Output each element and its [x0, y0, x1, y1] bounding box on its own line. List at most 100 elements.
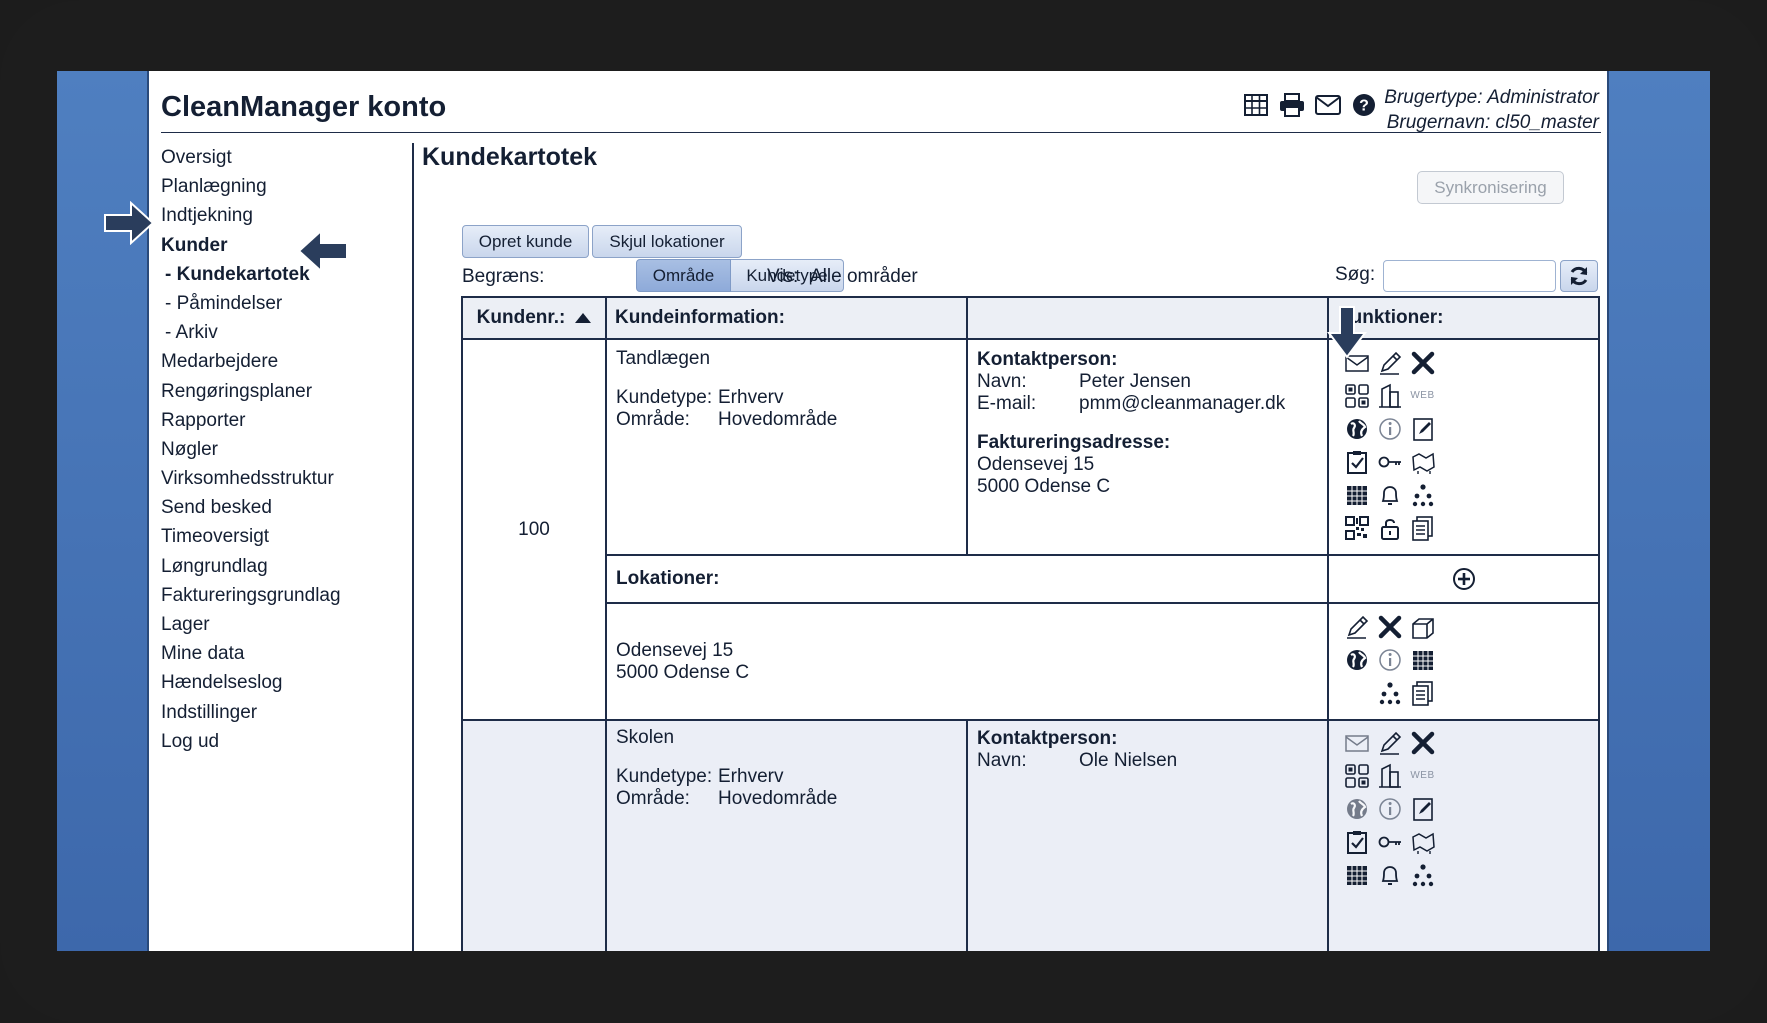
sidebar-item[interactable]: Timeoversigt — [161, 522, 411, 551]
delete-icon[interactable] — [1406, 346, 1439, 379]
hierarchy-icon[interactable] — [1406, 478, 1439, 511]
mail-icon[interactable] — [1315, 92, 1341, 118]
search-input[interactable] — [1383, 260, 1556, 292]
bell-icon[interactable] — [1373, 478, 1406, 511]
note-icon[interactable] — [1406, 792, 1439, 825]
calendar-icon[interactable] — [1406, 643, 1439, 676]
customer-area: Hovedområde — [718, 409, 838, 430]
desktop-background: CleanManager konto ? Brugertype: Adminis… — [57, 71, 1710, 951]
edit-icon[interactable] — [1373, 726, 1406, 759]
help-icon[interactable]: ? — [1351, 92, 1377, 118]
col-header-number[interactable]: Kundenr.: — [463, 298, 605, 338]
create-customer-button[interactable]: Opret kunde — [462, 225, 589, 258]
sidebar-item[interactable]: Virksomhedsstruktur — [161, 464, 411, 493]
refresh-icon — [1570, 266, 1588, 286]
sidebar-item[interactable]: Indtjekning — [161, 201, 411, 230]
documents-icon[interactable] — [1406, 511, 1439, 544]
refresh-button[interactable] — [1560, 260, 1598, 292]
print-icon[interactable] — [1279, 92, 1305, 118]
filter-area-button[interactable]: Område — [636, 259, 731, 292]
table-icon[interactable] — [1243, 92, 1269, 118]
checklist-icon[interactable] — [1340, 445, 1373, 478]
sidebar-item[interactable]: Indstillinger — [161, 698, 411, 727]
add-location-button[interactable] — [1329, 556, 1598, 602]
vis-label: Vis: — [767, 266, 799, 287]
location-address: Odensevej 15 5000 Odense C — [616, 640, 750, 683]
key-icon[interactable] — [1373, 825, 1406, 858]
sidebar-item[interactable]: Faktureringsgrundlag — [161, 581, 411, 610]
globe-icon[interactable] — [1340, 412, 1373, 445]
bell-icon[interactable] — [1373, 858, 1406, 891]
sidebar-item[interactable]: - Arkiv — [161, 318, 411, 347]
hide-locations-button[interactable]: Skjul lokationer — [592, 225, 742, 258]
unlock-icon[interactable] — [1373, 511, 1406, 544]
group-icon[interactable] — [1340, 379, 1373, 412]
building-icon[interactable] — [1373, 759, 1406, 792]
location-actions — [1340, 610, 1439, 709]
sidebar-item[interactable]: - Kundekartotek — [161, 260, 411, 289]
search-label: Søg: — [1335, 264, 1376, 285]
calendar-icon[interactable] — [1340, 858, 1373, 891]
sidebar-divider — [412, 143, 414, 951]
filter-label: Begræns: — [462, 266, 545, 287]
sync-button[interactable]: Synkronisering — [1417, 171, 1564, 204]
customer-area: Hovedområde — [718, 788, 838, 809]
checklist-icon[interactable] — [1340, 825, 1373, 858]
svg-text:?: ? — [1359, 98, 1369, 115]
web-icon[interactable]: WEB — [1406, 379, 1439, 412]
sidebar-item[interactable]: - Påmindelser — [161, 289, 411, 318]
calendar-icon[interactable] — [1340, 478, 1373, 511]
sidebar-item[interactable]: Løngrundlag — [161, 552, 411, 581]
group-icon[interactable] — [1340, 759, 1373, 792]
sidebar-item[interactable]: Lager — [161, 610, 411, 639]
sidebar-item[interactable]: Oversigt — [161, 143, 411, 172]
col-header-functions: Funktioner: — [1329, 298, 1598, 338]
hierarchy-icon[interactable] — [1373, 676, 1406, 709]
mail-icon[interactable] — [1340, 726, 1373, 759]
note-icon[interactable] — [1406, 412, 1439, 445]
locations-label: Lokationer: — [616, 568, 720, 589]
info-icon[interactable] — [1373, 792, 1406, 825]
sidebar-item[interactable]: Medarbejdere — [161, 347, 411, 376]
globe-icon[interactable] — [1340, 792, 1373, 825]
web-icon[interactable]: WEB — [1406, 759, 1439, 792]
sidebar-item[interactable]: Log ud — [161, 727, 411, 756]
contact-email[interactable]: pmm@cleanmanager.dk — [1079, 393, 1285, 415]
user-type: Brugertype: Administrator — [1384, 87, 1599, 108]
qr-icon[interactable] — [1340, 511, 1373, 544]
contact-name: Ole Nielsen — [1079, 750, 1178, 771]
table-divider — [607, 602, 1598, 604]
table-divider — [966, 298, 968, 556]
building-icon[interactable] — [1373, 379, 1406, 412]
key-icon[interactable] — [1373, 445, 1406, 478]
sidebar-item[interactable]: Mine data — [161, 639, 411, 668]
sidebar-item[interactable]: Kunder — [161, 231, 411, 260]
billing-line1: Odensevej 15 — [977, 454, 1095, 475]
map-icon[interactable] — [1406, 445, 1439, 478]
documents-icon[interactable] — [1406, 676, 1439, 709]
contact-name: Peter Jensen — [1079, 371, 1191, 392]
app-window: CleanManager konto ? Brugertype: Adminis… — [104, 71, 1609, 951]
sidebar-item[interactable]: Rengøringsplaner — [161, 377, 411, 406]
info-icon[interactable] — [1373, 412, 1406, 445]
customer-info: Tandlægen Kundetype: Erhverv Område: Hoved… — [616, 348, 956, 431]
sidebar-item[interactable]: Planlægning — [161, 172, 411, 201]
edit-icon[interactable] — [1373, 346, 1406, 379]
sidebar-item[interactable]: Send besked — [161, 493, 411, 522]
sidebar-item[interactable]: Nøgler — [161, 435, 411, 464]
user-info: Brugertype: Administrator Brugernavn: cl… — [1384, 85, 1599, 135]
customer-contact: Kontaktperson: Navn: Ole Nielsen — [977, 728, 1178, 771]
box-icon[interactable] — [1406, 610, 1439, 643]
delete-icon[interactable] — [1373, 610, 1406, 643]
customer-name: Skolen — [616, 727, 675, 748]
delete-icon[interactable] — [1406, 726, 1439, 759]
globe-icon[interactable] — [1340, 643, 1373, 676]
customer-type: Erhverv — [718, 766, 784, 787]
edit-icon[interactable] — [1340, 610, 1373, 643]
map-icon[interactable] — [1406, 825, 1439, 858]
col-header-empty — [968, 298, 1327, 338]
info-icon[interactable] — [1373, 643, 1406, 676]
hierarchy-icon[interactable] — [1406, 858, 1439, 891]
sidebar-item[interactable]: Rapporter — [161, 406, 411, 435]
sidebar-item[interactable]: Hændelseslog — [161, 668, 411, 697]
